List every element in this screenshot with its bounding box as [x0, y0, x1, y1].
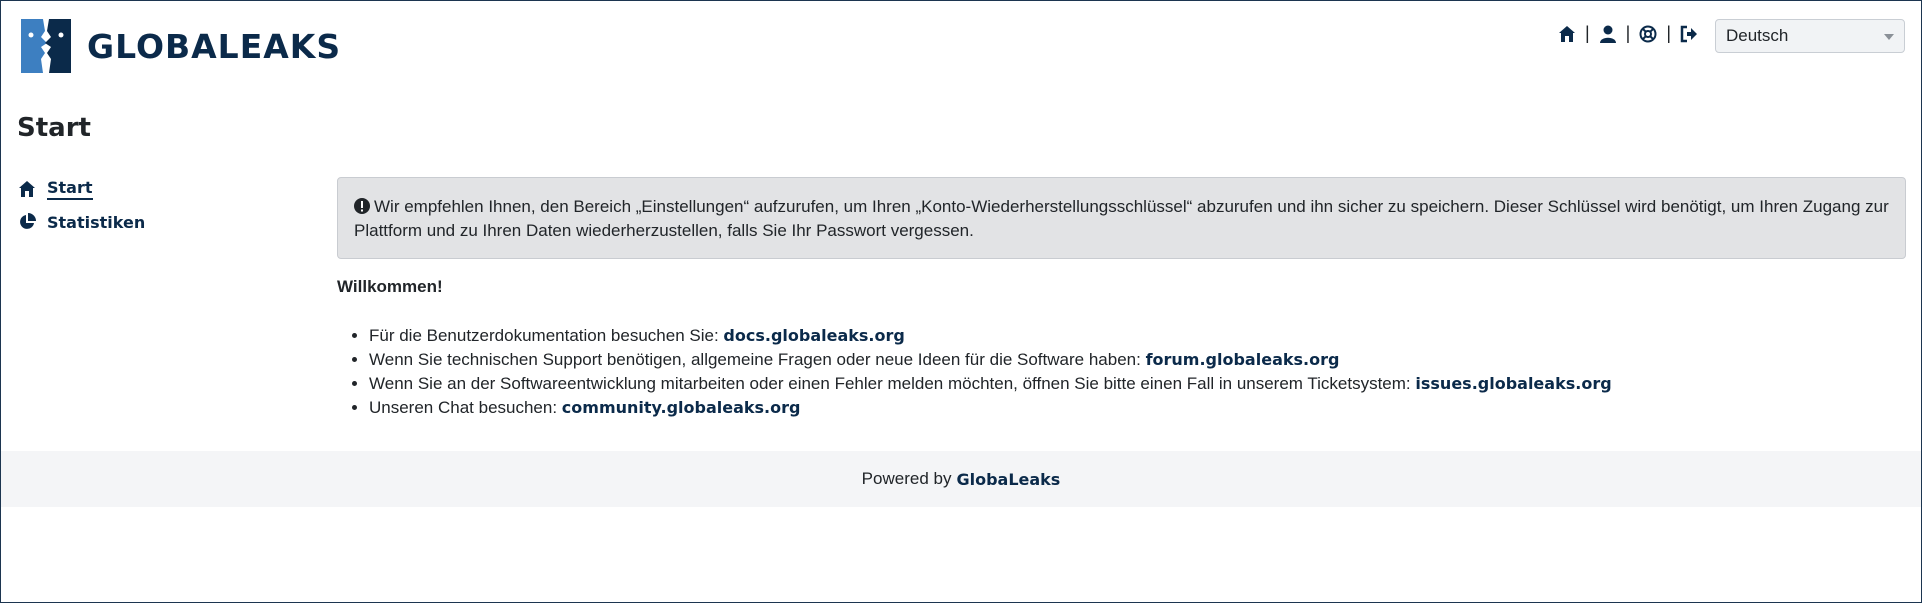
exclamation-circle-icon — [354, 198, 370, 214]
pie-chart-icon — [17, 212, 37, 232]
list-item-text: Wenn Sie an der Softwareentwicklung mita… — [369, 374, 1411, 393]
sidebar-item-start[interactable]: Start — [17, 177, 317, 201]
nav-separator: | — [1625, 23, 1631, 43]
help-links-list: Für die Benutzerdokumentation besuchen S… — [337, 324, 1612, 420]
list-item-text: Für die Benutzerdokumentation besuchen S… — [369, 326, 719, 345]
issues-link[interactable]: issues.globaleaks.org — [1415, 374, 1611, 393]
top-navigation: | | | — [1557, 23, 1699, 44]
globaleaks-footer-link[interactable]: GlobaLeaks — [956, 470, 1060, 489]
language-select[interactable]: Deutsch — [1715, 19, 1905, 53]
community-link[interactable]: community.globaleaks.org — [562, 398, 801, 417]
logo[interactable]: GLOBALEAKS — [17, 17, 341, 75]
welcome-heading: Willkommen! — [337, 277, 443, 296]
footer: Powered by GlobaLeaks — [1, 451, 1921, 507]
footer-text: Powered by — [861, 469, 952, 488]
sidebar-item-label: Start — [47, 178, 93, 200]
header: GLOBALEAKS | | | Deutsch — [1, 1, 1921, 91]
docs-link[interactable]: docs.globaleaks.org — [723, 326, 904, 345]
list-item: Für die Benutzerdokumentation besuchen S… — [369, 324, 1612, 348]
page-title: Start — [17, 113, 91, 143]
forum-link[interactable]: forum.globaleaks.org — [1146, 350, 1340, 369]
sidebar-item-statistiken[interactable]: Statistiken — [17, 210, 317, 234]
list-item: Wenn Sie technischen Support benötigen, … — [369, 348, 1612, 372]
logout-icon[interactable] — [1679, 24, 1699, 44]
home-icon — [17, 179, 37, 199]
sidebar: Start Statistiken — [17, 177, 317, 243]
recovery-key-alert: Wir empfehlen Ihnen, den Bereich „Einste… — [337, 177, 1906, 259]
list-item-text: Unseren Chat besuchen: — [369, 398, 558, 417]
support-icon[interactable] — [1638, 24, 1658, 44]
alert-text: Wir empfehlen Ihnen, den Bereich „Einste… — [354, 197, 1889, 240]
user-icon[interactable] — [1598, 24, 1618, 44]
chevron-down-icon — [1884, 34, 1894, 40]
brand-name: GLOBALEAKS — [87, 26, 342, 66]
sidebar-item-label: Statistiken — [47, 212, 146, 232]
list-item: Wenn Sie an der Softwareentwicklung mita… — [369, 372, 1612, 396]
globaleaks-logo-icon — [21, 19, 71, 73]
home-icon[interactable] — [1557, 24, 1577, 44]
list-item-text: Wenn Sie technischen Support benötigen, … — [369, 350, 1141, 369]
nav-separator: | — [1666, 23, 1671, 43]
list-item: Unseren Chat besuchen: community.globale… — [369, 396, 1612, 420]
nav-separator: | — [1584, 23, 1590, 43]
language-selected-value: Deutsch — [1726, 26, 1789, 45]
